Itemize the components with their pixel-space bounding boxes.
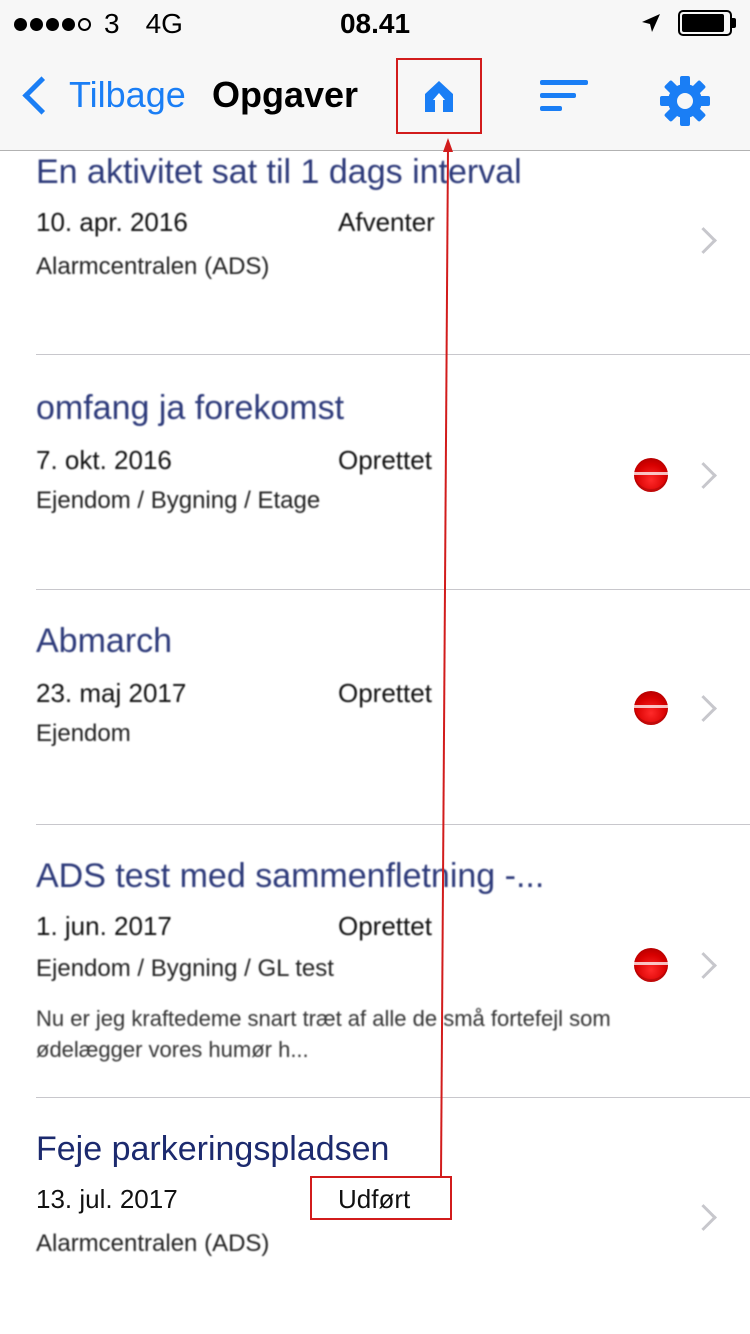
- navigation-bar: Tilbage Opgaver: [0, 50, 750, 151]
- task-title: Abmarch: [36, 622, 173, 660]
- task-status: Oprettet: [338, 445, 432, 475]
- task-date: 23. maj 2017: [36, 678, 187, 708]
- back-label: Tilbage: [69, 74, 186, 115]
- sort-icon: [540, 80, 588, 111]
- status-right: [640, 10, 736, 36]
- status-badge: [634, 948, 668, 982]
- screen: 3 4G 08.41 Tilbage Opgaver En aktivitet …: [0, 0, 750, 1334]
- status-badge: [634, 691, 668, 725]
- task-status: Oprettet: [338, 911, 432, 941]
- task-date: 13. jul. 2017: [36, 1184, 178, 1214]
- task-status: Afventer: [338, 207, 435, 237]
- task-title: En aktivitet sat til 1 dags interval: [36, 153, 522, 191]
- task-row[interactable]: Abmarch 23. maj 2017 Oprettet Ejendom: [0, 590, 750, 825]
- chevron-right-icon: [690, 952, 717, 979]
- task-location: Ejendom / Bygning / Etage: [36, 487, 321, 514]
- task-row[interactable]: ADS test med sammenfletning -... 1. jun.…: [0, 825, 750, 1098]
- home-icon: [425, 81, 453, 112]
- task-location: Ejendom / Bygning / GL test: [36, 955, 334, 982]
- chevron-left-icon: [22, 75, 61, 115]
- task-title: Feje parkeringspladsen: [36, 1130, 390, 1168]
- task-location: Alarmcentralen (ADS): [36, 1230, 270, 1257]
- status-time: 08.41: [339, 8, 411, 39]
- task-title: ADS test med sammenfletning -...: [36, 857, 545, 895]
- home-button[interactable]: [396, 58, 482, 134]
- task-date: 7. okt. 2016: [36, 445, 172, 475]
- chevron-right-icon: [690, 462, 717, 489]
- task-description: Nu er jeg kraftedeme snart træt af alle …: [36, 1006, 611, 1062]
- sort-button[interactable]: [534, 74, 594, 118]
- task-list: En aktivitet sat til 1 dags interval 10.…: [0, 151, 750, 1328]
- task-row[interactable]: Feje parkeringspladsen 13. jul. 2017 Udf…: [0, 1098, 750, 1328]
- status-badge: [634, 458, 668, 492]
- back-button[interactable]: Tilbage: [16, 74, 186, 116]
- task-location: Ejendom: [36, 720, 131, 747]
- task-row[interactable]: omfang ja forekomst 7. okt. 2016 Oprette…: [0, 355, 750, 590]
- status-bar: 3 4G 08.41: [0, 0, 750, 50]
- task-date: 10. apr. 2016: [36, 207, 188, 237]
- chevron-right-icon: [690, 1204, 717, 1231]
- task-row[interactable]: En aktivitet sat til 1 dags interval 10.…: [0, 151, 750, 355]
- battery-icon: [678, 10, 736, 36]
- task-title: omfang ja forekomst: [36, 389, 345, 427]
- task-status: Oprettet: [338, 678, 432, 708]
- location-arrow-icon: [642, 14, 660, 32]
- gear-icon: [660, 76, 710, 126]
- page-title: Opgaver: [212, 74, 359, 115]
- task-date: 1. jun. 2017: [36, 911, 172, 941]
- chevron-right-icon: [690, 695, 717, 722]
- settings-button[interactable]: [658, 74, 712, 128]
- chevron-right-icon: [690, 227, 717, 254]
- task-location: Alarmcentralen (ADS): [36, 253, 270, 280]
- task-status: Udført: [338, 1184, 411, 1214]
